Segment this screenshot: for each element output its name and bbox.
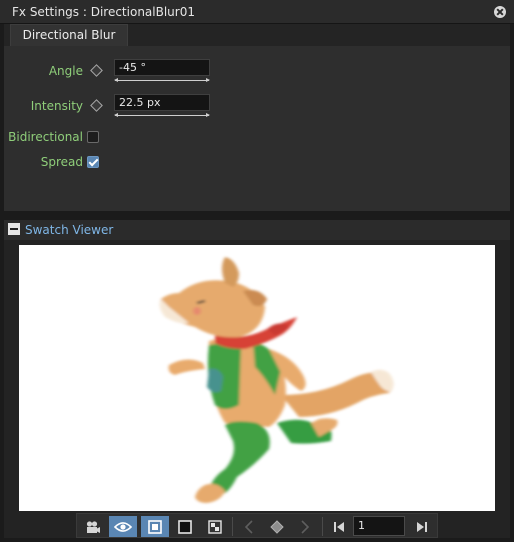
- angle-label: Angle: [48, 64, 83, 78]
- intensity-slider[interactable]: [114, 113, 210, 117]
- previous-key-button[interactable]: [235, 516, 263, 537]
- bidirectional-label: Bidirectional: [8, 130, 83, 144]
- outline-square-icon: [178, 519, 192, 534]
- viewer-toolbar: 1: [76, 513, 438, 538]
- frame-number-field[interactable]: 1: [353, 516, 405, 536]
- prev-key-icon: [244, 519, 253, 534]
- tab-strip: Directional Blur: [4, 24, 510, 46]
- window-title: Fx Settings : DirectionalBlur01: [12, 5, 195, 19]
- preview-canvas[interactable]: [19, 245, 495, 511]
- toolbar-divider: [232, 517, 233, 536]
- intensity-field[interactable]: 22.5 px: [114, 94, 210, 111]
- first-frame-icon: [334, 521, 344, 532]
- next-key-button[interactable]: [291, 516, 319, 537]
- black-background-button[interactable]: [171, 516, 199, 537]
- collapse-icon[interactable]: [8, 223, 20, 235]
- camera-icon: [86, 520, 100, 533]
- white-background-button[interactable]: [141, 516, 169, 537]
- close-icon[interactable]: [494, 6, 506, 18]
- next-key-icon: [301, 519, 310, 534]
- window-titlebar: Fx Settings : DirectionalBlur01: [0, 0, 514, 24]
- keyframe-icon: [270, 519, 284, 534]
- camera-button[interactable]: [79, 516, 107, 537]
- checkerboard-icon: [208, 519, 222, 534]
- last-frame-button[interactable]: [408, 516, 436, 537]
- angle-slider[interactable]: [114, 78, 210, 82]
- set-key-button[interactable]: [263, 516, 291, 537]
- preview-toggle-button[interactable]: [109, 516, 137, 537]
- toolbar-divider: [322, 517, 323, 536]
- eye-icon: [114, 521, 132, 532]
- tab-directional-blur[interactable]: Directional Blur: [10, 24, 128, 46]
- last-frame-icon: [417, 521, 427, 532]
- preview-image: [159, 257, 394, 503]
- fill-square-icon: [148, 519, 162, 534]
- first-frame-button[interactable]: [325, 516, 353, 537]
- swatch-viewer-title[interactable]: Swatch Viewer: [25, 223, 113, 237]
- angle-field[interactable]: -45 °: [114, 59, 210, 76]
- swatch-viewer-header: Swatch Viewer: [4, 220, 510, 240]
- spread-checkbox[interactable]: [87, 156, 99, 168]
- checkerboard-button[interactable]: [201, 516, 229, 537]
- intensity-label: Intensity: [30, 99, 83, 113]
- spread-label: Spread: [40, 155, 83, 169]
- bidirectional-checkbox[interactable]: [87, 131, 99, 143]
- tab-label: Directional Blur: [22, 28, 116, 42]
